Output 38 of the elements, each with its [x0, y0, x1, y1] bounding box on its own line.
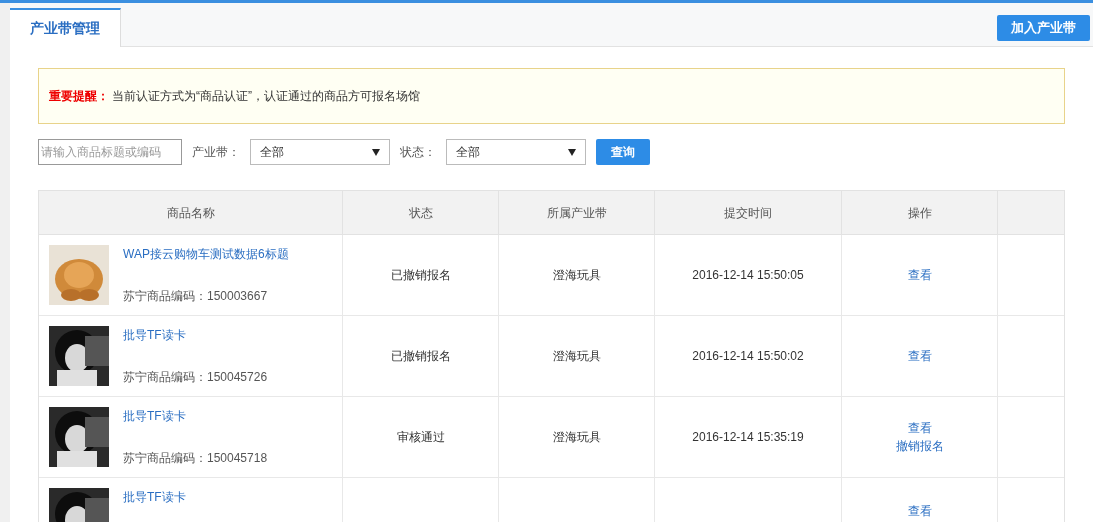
table-cell-text: 审核通过 [396, 429, 445, 446]
table-cell-text: 澄海玩具 [552, 267, 601, 284]
industry-select[interactable]: 全部 [250, 139, 390, 165]
column-header: 所属产业带 [546, 204, 607, 222]
product-code: 苏宁商品编码：150045718 [123, 450, 268, 467]
product-code: 苏宁商品编码：150003667 [123, 288, 269, 305]
table-cell-text: 2016-12-14 15:50:02 [692, 348, 804, 365]
status-select[interactable]: 全部 [446, 139, 586, 165]
industry-label: 产业带： [192, 144, 240, 161]
product-link[interactable]: 批导TF读卡 [123, 407, 268, 425]
dropdown-icon [372, 148, 380, 156]
query-button[interactable]: 查询 [596, 139, 650, 165]
table-cell-text: 2016-12-14 15:50:05 [692, 267, 804, 284]
table-cell-text: 澄海玩具 [552, 429, 601, 446]
column-header: 状态 [408, 204, 433, 222]
table-cell-text: 2016-12-14 15:35:19 [692, 429, 804, 446]
table-cell-text: 澄海玩具 [552, 348, 601, 365]
table-cell-text: 已撤销报名 [390, 267, 451, 284]
product-link[interactable]: 批导TF读卡 [123, 488, 186, 506]
product-link[interactable]: 批导TF读卡 [123, 326, 268, 344]
action-link[interactable]: 查看 [907, 266, 932, 284]
column-header: 商品名称 [166, 204, 215, 222]
notice-label: 重要提醒： [49, 88, 109, 105]
add-button[interactable]: 加入产业带 [997, 15, 1090, 41]
action-link[interactable]: 查看 [907, 347, 932, 365]
column-header: 操作 [907, 204, 932, 222]
table-cell-text: 已撤销报名 [390, 348, 451, 365]
dropdown-icon [568, 148, 576, 156]
tab[interactable]: 产业带管理 [10, 8, 121, 47]
column-header: 提交时间 [724, 204, 772, 222]
product-code: 苏宁商品编码：150045726 [123, 369, 268, 386]
action-link[interactable]: 查看 [907, 502, 932, 520]
action-link[interactable]: 撤销报名 [895, 437, 944, 455]
action-link[interactable]: 查看 [907, 419, 932, 437]
status-label: 状态： [400, 144, 436, 161]
notice-text: 当前认证方式为“商品认证”，认证通过的商品方可报名场馆 [112, 88, 420, 105]
product-link[interactable]: WAP接云购物车测试数据6标题 [123, 245, 289, 263]
search-field[interactable]: 请输入商品标题或编码 [38, 139, 182, 165]
